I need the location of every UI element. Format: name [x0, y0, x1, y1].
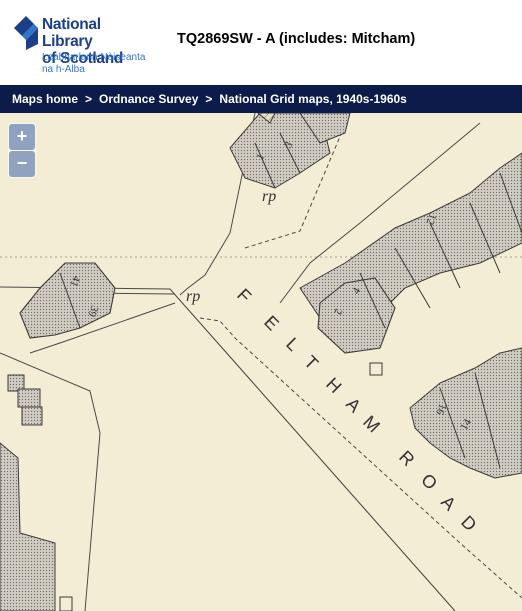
map-canvas[interactable]: rp rp F E L T H A M R O A D 1 3 12 2 4 3…	[0, 113, 522, 611]
map-label-rp: rp	[186, 288, 200, 305]
nls-logo[interactable]: National Library of Scotland Leabharlann…	[12, 12, 152, 76]
breadcrumb-separator: >	[205, 92, 213, 106]
breadcrumb-maps-home[interactable]: Maps home	[12, 85, 78, 113]
zoom-out-button[interactable]: −	[9, 151, 35, 177]
breadcrumb-national-grid-maps[interactable]: National Grid maps, 1940s-1960s	[219, 85, 406, 113]
zoom-control: + −	[8, 123, 36, 178]
breadcrumb-separator: >	[85, 92, 93, 106]
map-label-rp: rp	[262, 188, 276, 205]
page-title: TQ2869SW - A (includes: Mitcham)	[177, 31, 416, 47]
site-header: National Library of Scotland Leabharlann…	[0, 0, 522, 85]
logo-gaelic: Leabharlann Nàiseanta na h-Alba	[42, 52, 146, 75]
zoom-in-button[interactable]: +	[9, 124, 35, 150]
breadcrumb: Maps home > Ordnance Survey > National Grid …	[0, 85, 522, 113]
map-viewport[interactable]: rp rp F E L T H A M R O A D 1 3 12 2 4 3…	[0, 113, 522, 611]
logo-mark-icon	[14, 16, 38, 50]
breadcrumb-ordnance-survey[interactable]: Ordnance Survey	[99, 85, 198, 113]
